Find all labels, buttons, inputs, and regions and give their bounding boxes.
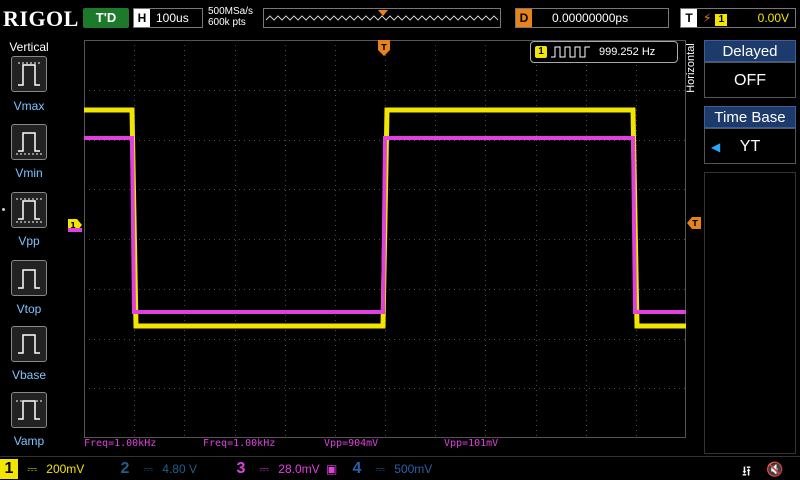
dc-coupling-icon: ⎓ <box>27 462 37 476</box>
top-status-bar: RIGOL T'D H 100us 500MSa/s 600k pts D 0.00… <box>0 0 800 36</box>
vbase-icon <box>18 334 40 354</box>
trigger-settings-readout[interactable]: T ⚡ 1 0.00V <box>680 8 796 28</box>
vpp-button[interactable] <box>11 192 47 228</box>
vmax-icon <box>18 62 40 86</box>
vamp-icon <box>16 400 42 420</box>
memory-position-strip[interactable] <box>263 8 501 28</box>
vpp-label: Vpp <box>18 234 40 248</box>
square-wave-icon <box>551 46 590 58</box>
memory-waveform-preview <box>265 10 499 21</box>
vmin-button[interactable] <box>11 124 47 160</box>
brand-logo: RIGOL <box>3 6 79 31</box>
timebase-value: 100us <box>156 11 189 25</box>
trigger-channel: 1 <box>715 14 728 26</box>
timebase-mode: YT <box>739 138 761 155</box>
frequency-counter: 1 999.252 Hz <box>530 41 678 63</box>
delayed-value: OFF <box>704 62 796 98</box>
measurement-item: Vpp=101mV <box>444 438 499 449</box>
timebase-menu-item[interactable]: Time Base ◀ YT <box>704 106 796 164</box>
vtop-icon <box>18 269 40 289</box>
delayed-menu-item[interactable]: Delayed OFF <box>704 40 796 98</box>
channel-status-bar: 1 ⎓ 200mV 2 ⎓ 4.80 V 3 ⎓ 28.0mV ▣ 4 ⎓ 50… <box>0 456 800 480</box>
trigger-tag: T <box>681 9 697 27</box>
bandwidth-limit-icon: ▣ <box>325 462 338 476</box>
trigger-position-marker[interactable]: T <box>378 40 390 56</box>
vtop-button[interactable] <box>11 260 47 296</box>
dc-coupling-icon: ⎓ <box>143 462 153 476</box>
ch3-trace <box>84 136 686 314</box>
trigger-status-badge: T'D <box>83 8 129 28</box>
trigger-level-marker[interactable]: T <box>687 216 701 229</box>
timebase-value-box: ◀ YT <box>704 128 796 164</box>
speaker-muted-icon[interactable]: 🔇 <box>766 461 783 478</box>
horizontal-timebase-readout[interactable]: H 100us <box>133 8 203 28</box>
vmax-button[interactable] <box>11 56 47 92</box>
vtop-label: Vtop <box>16 302 42 316</box>
measurement-item: Freq=1.00kHz <box>84 438 157 449</box>
vamp-label: Vamp <box>13 434 45 448</box>
vmin-icon <box>16 132 42 155</box>
timebase-title: Time Base <box>704 106 796 128</box>
vmax-label: Vmax <box>13 99 45 113</box>
delay-value: 0.00000000ps <box>552 11 629 25</box>
ch2-scale: 4.80 V <box>162 462 197 476</box>
left-arrow-icon: ◀ <box>711 140 721 154</box>
menu-title: Vertical <box>9 40 49 54</box>
right-menu-blank-area <box>704 172 796 454</box>
vmin-label: Vmin <box>15 166 43 180</box>
waveform-display[interactable]: 1 999.252 Hz T <box>84 40 686 438</box>
memory-trigger-marker-icon <box>378 10 388 16</box>
vamp-button[interactable] <box>11 392 47 428</box>
ch3-offset-marker[interactable] <box>68 228 82 232</box>
edge-trigger-icon: ⚡ <box>703 11 712 25</box>
delayed-title: Delayed <box>704 40 796 62</box>
ch4-status[interactable]: 4 ⎓ 500mV <box>348 459 460 479</box>
measurement-item: Freq=1.00kHz <box>203 438 276 449</box>
svg-text:T: T <box>692 219 698 228</box>
usb-icon: ⭿ <box>742 463 752 479</box>
sample-rate: 500MSa/s <box>208 6 254 17</box>
delay-tag: D <box>516 9 532 27</box>
horizontal-section-label: Horizontal <box>684 43 697 93</box>
ch1-status[interactable]: 1 ⎓ 200mV <box>0 459 112 479</box>
ch3-scale: 28.0mV <box>278 462 320 476</box>
ch3-status[interactable]: 3 ⎓ 28.0mV ▣ <box>232 459 344 479</box>
svg-text:T: T <box>381 43 387 52</box>
vbase-button[interactable] <box>11 326 47 362</box>
horizontal-tag: H <box>134 9 150 27</box>
menu-page-indicator <box>2 208 5 215</box>
vpp-icon <box>16 198 42 223</box>
measurement-bar: Freq=1.00kHz Freq=1.00kHz Vpp=904mV Vpp=… <box>84 438 686 452</box>
trigger-level: 0.00V <box>757 11 789 25</box>
trigger-delay-readout[interactable]: D 0.00000000ps <box>515 8 669 28</box>
memory-depth: 600k pts <box>208 17 246 28</box>
vbase-label: Vbase <box>11 368 47 382</box>
ch2-status[interactable]: 2 ⎓ 4.80 V <box>116 459 228 479</box>
sample-info: 500MSa/s 600k pts <box>208 6 253 28</box>
measurement-item: Vpp=904mV <box>324 438 379 449</box>
counter-value: 999.252 Hz <box>599 46 656 58</box>
ch4-scale: 500mV <box>394 462 433 476</box>
counter-channel-badge: 1 <box>535 46 547 58</box>
dc-coupling-icon: ⎓ <box>259 462 269 476</box>
waveform-grid <box>84 40 686 438</box>
ch1-scale: 200mV <box>46 462 85 476</box>
dc-coupling-icon: ⎓ <box>375 462 385 476</box>
